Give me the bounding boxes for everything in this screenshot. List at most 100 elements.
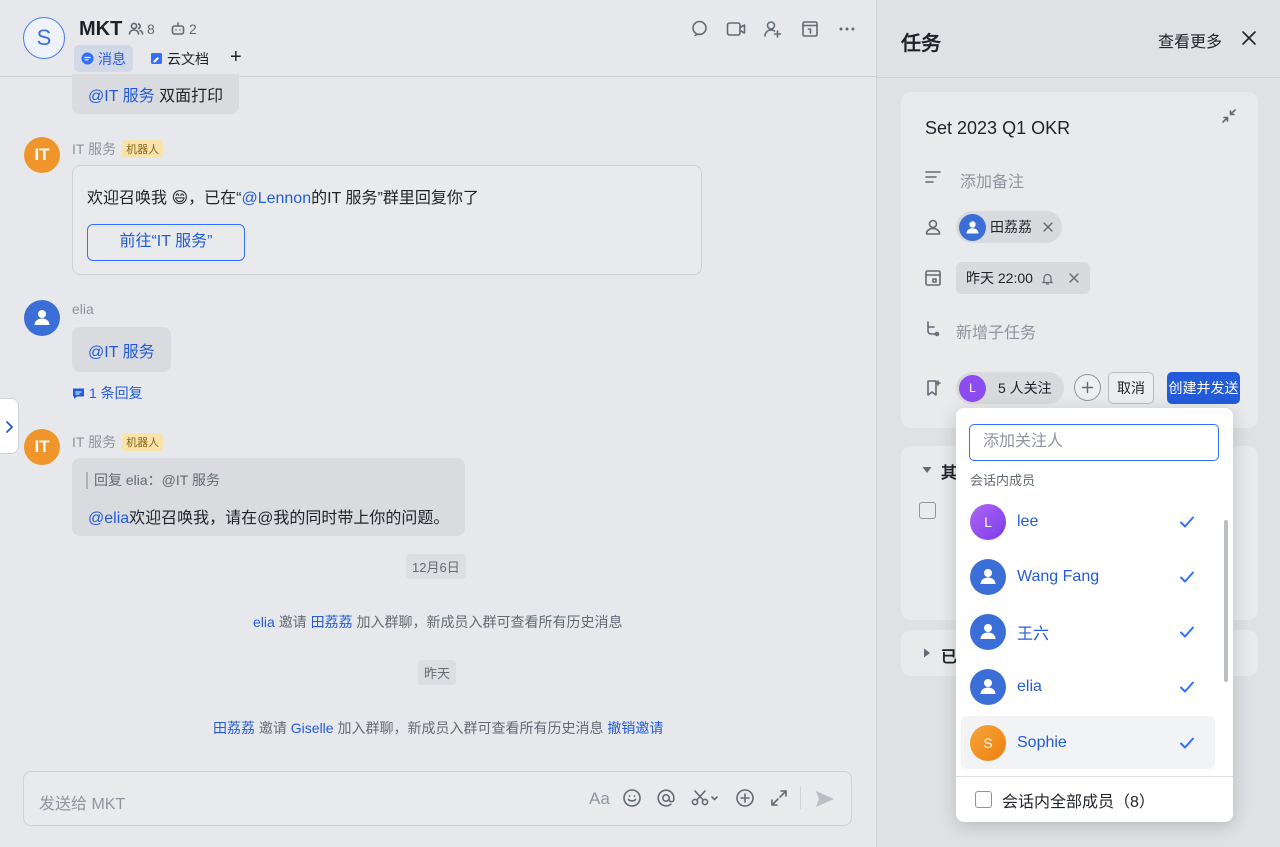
- tab-docs[interactable]: 云文档: [143, 45, 216, 72]
- task-checkbox[interactable]: [919, 502, 936, 519]
- member-avatar: [970, 613, 1006, 650]
- scrollbar[interactable]: [1224, 520, 1228, 682]
- message-bubble[interactable]: 回复 elia：@IT 服务 @elia欢迎召唤我，请在@我的同时带上你的问题。: [72, 458, 465, 536]
- add-follower-dropdown: 添加关注人 会话内成员 L lee Wang Fang 王六 elia S So…: [956, 408, 1233, 822]
- member-avatar: [970, 558, 1006, 595]
- doc-icon: [151, 53, 162, 64]
- caret-right-icon[interactable]: [921, 647, 933, 659]
- member-option[interactable]: 王六: [961, 605, 1215, 658]
- chat-title[interactable]: MKT: [79, 18, 122, 41]
- search-icon[interactable]: [690, 19, 710, 39]
- message-bubble[interactable]: @IT 服务 双面打印: [72, 74, 240, 114]
- message-bubble[interactable]: @IT 服务: [72, 327, 171, 372]
- goto-it-service-button[interactable]: 前往“IT 服务”: [87, 224, 245, 261]
- composer-input[interactable]: 发送给 MKT: [39, 790, 125, 814]
- user-link[interactable]: 田荔荔: [213, 720, 255, 736]
- system-message: 田荔荔 邀请 Giselle 加入群聊，新成员入群可查看所有历史消息 撤销邀请: [213, 718, 663, 738]
- sender-row: IT 服务 机器人: [72, 432, 164, 452]
- member-count[interactable]: 8: [128, 21, 155, 37]
- followers-count: 5 人关注: [998, 380, 1052, 396]
- calendar-icon: [925, 270, 941, 286]
- chevron-right-icon: [6, 421, 14, 433]
- collapse-icon[interactable]: [1221, 108, 1237, 124]
- bot-avatar[interactable]: IT: [24, 137, 60, 173]
- format-icon[interactable]: Aa: [589, 789, 610, 809]
- followers-chip[interactable]: L 5 人关注: [956, 372, 1064, 404]
- more-icon[interactable]: [837, 19, 857, 39]
- member-avatar: [970, 668, 1006, 705]
- bell-icon[interactable]: [1041, 272, 1054, 285]
- task-card: Set 2023 Q1 OKR 添加备注 田荔荔 昨天 22:00 新增子任务 …: [901, 92, 1258, 428]
- mention[interactable]: @IT 服务: [88, 338, 155, 362]
- add-follower-button[interactable]: [1074, 374, 1101, 401]
- cancel-button[interactable]: 取消: [1108, 372, 1154, 404]
- mention-icon[interactable]: [656, 788, 676, 808]
- bot-avatar[interactable]: IT: [24, 429, 60, 465]
- message-card[interactable]: 欢迎召唤我 😄，已在“@Lennon的IT 服务”群里回复你了 前往“IT 服务…: [72, 165, 702, 275]
- select-all-checkbox[interactable]: [975, 791, 992, 808]
- due-date-chip[interactable]: 昨天 22:00: [956, 262, 1090, 294]
- sender-row: IT 服务 机器人: [72, 139, 164, 159]
- view-more-link[interactable]: 查看更多: [1158, 28, 1222, 52]
- group-label: 会话内成员: [970, 473, 1036, 488]
- video-call-icon[interactable]: [726, 19, 746, 39]
- tab-messages-label: 消息: [98, 50, 126, 67]
- card-text-a: 欢迎召唤我 😄，已在“: [87, 190, 242, 207]
- expand-icon[interactable]: [769, 788, 789, 808]
- create-send-button[interactable]: 创建并发送: [1167, 372, 1240, 404]
- plus-icon: [1081, 381, 1094, 394]
- section-title[interactable]: 已: [941, 643, 957, 667]
- mention[interactable]: @IT 服务: [88, 82, 155, 106]
- follower-search-input[interactable]: 添加关注人: [969, 424, 1219, 461]
- caret-down-icon[interactable]: [921, 464, 933, 476]
- calendar-icon[interactable]: [800, 19, 820, 39]
- system-text: 加入群聊，新成员入群可查看所有历史消息: [337, 720, 604, 736]
- revoke-invite-link[interactable]: 撤销邀请: [607, 720, 663, 736]
- assignee-chip[interactable]: 田荔荔: [956, 211, 1062, 243]
- check-icon: [1180, 626, 1194, 637]
- remove-icon[interactable]: [1068, 272, 1080, 284]
- close-icon[interactable]: [1239, 28, 1259, 48]
- member-avatar: L: [970, 503, 1006, 540]
- member-option[interactable]: L lee: [961, 495, 1215, 548]
- member-name: lee: [1017, 512, 1039, 530]
- member-option[interactable]: elia: [961, 660, 1215, 713]
- member-option[interactable]: S Sophie: [961, 716, 1215, 769]
- sender-name[interactable]: elia: [72, 301, 94, 317]
- add-member-icon[interactable]: [763, 19, 783, 39]
- add-tab-button[interactable]: +: [230, 46, 242, 69]
- chat-header: S MKT 8 2 消息 云文档 +: [0, 0, 876, 77]
- check-icon: [1180, 516, 1194, 527]
- emoji-icon[interactable]: [622, 788, 642, 808]
- person-icon: [980, 568, 996, 584]
- member-option[interactable]: Wang Fang: [961, 550, 1215, 603]
- plus-circle-icon[interactable]: [735, 788, 755, 808]
- quoted-reply: 回复 elia：@IT 服务: [86, 472, 220, 489]
- bot-count[interactable]: 2: [170, 21, 197, 37]
- message-body: 欢迎召唤我，请在@我的同时带上你的问题。: [129, 510, 450, 527]
- user-link[interactable]: elia: [253, 614, 275, 630]
- date-divider: 昨天: [418, 660, 457, 685]
- section-title[interactable]: 其: [941, 459, 957, 483]
- members-icon: [128, 22, 144, 35]
- task-title[interactable]: Set 2023 Q1 OKR: [925, 118, 1070, 139]
- user-link[interactable]: 田荔荔: [311, 614, 353, 630]
- sender-name[interactable]: IT 服务: [72, 432, 116, 452]
- user-link[interactable]: Giselle: [291, 720, 334, 736]
- tab-messages[interactable]: 消息: [74, 45, 133, 72]
- note-input[interactable]: 添加备注: [960, 168, 1024, 192]
- message-composer[interactable]: 发送给 MKT Aa: [23, 771, 852, 826]
- expand-sidebar-handle[interactable]: [0, 398, 19, 454]
- mention[interactable]: @Lennon: [241, 190, 311, 207]
- mention[interactable]: @elia: [88, 510, 129, 527]
- group-avatar[interactable]: S: [23, 17, 65, 59]
- reply-icon: [73, 388, 84, 399]
- sender-name[interactable]: IT 服务: [72, 139, 116, 159]
- remove-icon[interactable]: [1042, 221, 1054, 233]
- select-all-row[interactable]: 会话内全部成员（8）: [956, 776, 1233, 822]
- user-avatar[interactable]: [24, 300, 60, 336]
- screenshot-icon[interactable]: [690, 788, 722, 808]
- send-icon[interactable]: [814, 788, 836, 810]
- subtask-input[interactable]: 新增子任务: [956, 319, 1036, 343]
- thread-reply-link[interactable]: 1 条回复: [72, 383, 143, 403]
